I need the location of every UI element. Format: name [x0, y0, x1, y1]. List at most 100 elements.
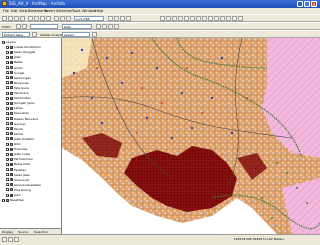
toc-layer-item[interactable]: Sarana Kesehatan	[6, 183, 60, 187]
arctoolbox-icon[interactable]	[114, 16, 119, 21]
map-canvas[interactable]	[62, 38, 320, 234]
menu-view[interactable]: View	[19, 9, 27, 13]
toc-layer-item[interactable]: Jaringan Jalan	[6, 101, 60, 105]
layer-visibility-checkbox[interactable]	[2, 40, 5, 44]
layer-visibility-checkbox[interactable]	[6, 137, 9, 141]
maximize-button[interactable]: □	[304, 1, 310, 7]
layer-symbol-swatch[interactable]	[10, 122, 13, 126]
select-elements-icon[interactable]	[214, 16, 219, 21]
find-icon[interactable]	[226, 16, 231, 21]
toc-layer-item[interactable]: Penduduk	[6, 91, 60, 95]
layer-symbol-swatch[interactable]	[10, 76, 13, 80]
layer-symbol-swatch[interactable]	[10, 162, 13, 166]
layer-symbol-swatch[interactable]	[10, 152, 13, 156]
extract-combo[interactable]: Extract Aspe	[2, 32, 30, 37]
layer-visibility-checkbox[interactable]	[6, 60, 9, 64]
toc-layer-item[interactable]: Iklim	[6, 142, 60, 146]
command-line-icon[interactable]	[120, 16, 125, 21]
layer-visibility-checkbox[interactable]	[6, 168, 9, 171]
layer-symbol-swatch[interactable]	[10, 137, 13, 141]
layer-visibility-checkbox[interactable]	[6, 45, 9, 49]
close-button[interactable]: ×	[311, 1, 317, 7]
toc-layer-item[interactable]: Lahan	[6, 106, 60, 110]
split-tool-icon[interactable]	[96, 24, 101, 29]
map-scale-combo[interactable]: 1:71,748	[74, 16, 104, 21]
new-icon[interactable]	[2, 16, 7, 21]
layer-visibility-checkbox[interactable]	[6, 173, 9, 177]
select-features-icon[interactable]	[208, 16, 213, 21]
paste-icon[interactable]	[40, 16, 45, 21]
layout-view-icon[interactable]	[8, 237, 13, 242]
toc-layer-item[interactable]: Lokasi Pendidikan	[6, 45, 60, 49]
layer-symbol-swatch[interactable]	[10, 147, 13, 151]
toc-layer-item[interactable]: Kelas Jalan	[6, 173, 60, 177]
task-combo[interactable]	[30, 24, 58, 29]
layer-visibility-checkbox[interactable]	[2, 198, 5, 202]
print-icon[interactable]	[20, 16, 25, 21]
toc-layer-item[interactable]: Pantai	[6, 132, 60, 136]
layer-visibility-checkbox[interactable]	[6, 76, 9, 80]
toc-layer-item[interactable]: Sungai	[6, 71, 60, 75]
zoom-in-icon[interactable]	[160, 16, 165, 21]
pan-icon[interactable]	[184, 16, 189, 21]
cut-icon[interactable]	[28, 16, 33, 21]
copy-icon[interactable]	[34, 16, 39, 21]
toc-tab[interactable]: Source	[18, 230, 28, 234]
layer-visibility-checkbox[interactable]	[6, 106, 9, 110]
layer-symbol-swatch[interactable]	[10, 183, 13, 187]
layer-symbol-swatch[interactable]	[10, 168, 13, 171]
menu-selection[interactable]: Selection	[56, 9, 72, 13]
layer-symbol-swatch[interactable]	[10, 86, 13, 90]
menu-tools[interactable]: Tools	[72, 9, 81, 13]
toc-layer-item[interactable]: Kelas Tanggak	[6, 50, 60, 54]
redo-icon[interactable]	[60, 16, 65, 21]
toc-layer-item[interactable]: Kemiringan	[6, 76, 60, 80]
toc-layer-item[interactable]: Batas Kota	[6, 162, 60, 166]
toc-layer-item[interactable]: BaseMap	[2, 198, 60, 202]
add-data-icon[interactable]	[66, 16, 71, 21]
layer-visibility-checkbox[interactable]	[6, 147, 9, 151]
target-layer-combo[interactable]: Kota	[62, 24, 92, 29]
toc-layer-item[interactable]: Sarana Air	[6, 178, 60, 182]
layer-visibility-checkbox[interactable]	[6, 188, 9, 192]
toc-layer-item[interactable]: Drainase	[6, 147, 60, 151]
layer-visibility-checkbox[interactable]	[6, 111, 9, 115]
layer-visibility-checkbox[interactable]	[6, 91, 9, 95]
layer-visibility-checkbox[interactable]	[6, 50, 9, 54]
full-extent-icon[interactable]	[190, 16, 195, 21]
layer-visibility-checkbox[interactable]	[6, 157, 9, 161]
layer-visibility-checkbox[interactable]	[6, 162, 9, 166]
layer-visibility-checkbox[interactable]	[6, 132, 9, 136]
refresh-icon[interactable]	[14, 237, 19, 242]
map-display[interactable]	[62, 38, 320, 234]
layer-symbol-swatch[interactable]	[10, 55, 13, 59]
toc-layer-item[interactable]: Jalur	[6, 193, 60, 197]
undo-icon[interactable]	[54, 16, 59, 21]
layer-symbol-swatch[interactable]	[10, 71, 13, 75]
menu-edit[interactable]: Edit	[11, 9, 18, 13]
sketch-properties-icon[interactable]	[114, 24, 119, 29]
layer-symbol-swatch[interactable]	[10, 173, 13, 177]
toc-tab[interactable]: Selection	[34, 230, 48, 234]
layer-symbol-swatch[interactable]	[10, 127, 13, 131]
toc-layer-item[interactable]: Tata Guna	[6, 86, 60, 90]
toc-layer-item[interactable]: Rawan Bencana	[6, 117, 60, 121]
menu-file[interactable]: File	[3, 9, 9, 13]
layer-visibility-checkbox[interactable]	[6, 152, 9, 156]
drop-arrow-icon[interactable]	[32, 32, 37, 37]
layer-symbol-swatch[interactable]	[10, 66, 13, 69]
fixed-zoom-out-icon[interactable]	[178, 16, 183, 21]
layer-visibility-checkbox[interactable]	[6, 55, 9, 59]
toc-layer-item[interactable]: Jalan Kolektor	[6, 137, 60, 141]
layer-symbol-swatch[interactable]	[10, 81, 13, 85]
spatial-analyst-label[interactable]: Spatial Analyst	[40, 33, 62, 37]
help-icon[interactable]	[126, 16, 131, 21]
hyperlink-icon[interactable]	[238, 16, 243, 21]
layer-visibility-checkbox[interactable]	[6, 122, 9, 126]
rotate-tool-icon[interactable]	[102, 24, 107, 29]
minimize-button[interactable]: _	[297, 1, 303, 7]
toc-layer-item[interactable]: Permukiman	[6, 157, 60, 161]
attributes-icon[interactable]	[108, 24, 113, 29]
edit-tool-icon[interactable]	[16, 24, 21, 29]
layer-visibility-checkbox[interactable]	[6, 178, 9, 182]
